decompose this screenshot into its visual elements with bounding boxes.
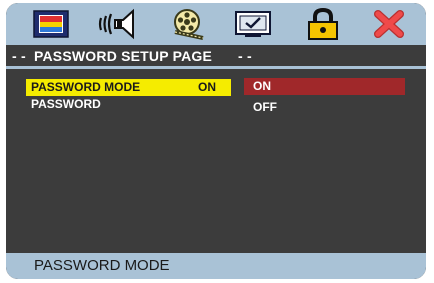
option-off[interactable]: OFF xyxy=(244,99,405,116)
password-tab[interactable] xyxy=(298,7,348,41)
title-text: PASSWORD SETUP PAGE xyxy=(34,48,213,64)
exit-tab[interactable] xyxy=(364,7,414,41)
menu-item-password-mode[interactable]: PASSWORD MODE ON xyxy=(26,79,231,96)
menu-item-label: PASSWORD xyxy=(31,97,101,111)
padlock-icon xyxy=(308,7,338,40)
film-reel-icon xyxy=(174,9,204,40)
picture-icon xyxy=(33,10,69,38)
header-divider xyxy=(6,66,426,69)
monitor-check-icon xyxy=(235,11,271,37)
status-text: PASSWORD MODE xyxy=(34,257,170,274)
status-bar: PASSWORD MODE xyxy=(6,253,426,279)
option-on[interactable]: ON xyxy=(244,78,405,95)
menu-panel: - - PASSWORD SETUP PAGE - - PASSWORD MOD… xyxy=(6,3,426,279)
display-tab[interactable] xyxy=(228,7,278,41)
audio-tab[interactable] xyxy=(94,7,144,41)
icon-toolbar xyxy=(6,3,426,45)
video-tab[interactable] xyxy=(162,7,212,41)
speaker-icon xyxy=(98,8,134,40)
close-x-icon xyxy=(374,10,404,38)
page-title: - - PASSWORD SETUP PAGE - - xyxy=(6,47,426,65)
picture-tab[interactable] xyxy=(26,7,76,41)
menu-item-value: ON xyxy=(198,80,216,94)
menu-item-label: PASSWORD MODE xyxy=(31,80,141,94)
title-suffix: - - xyxy=(238,48,252,64)
title-prefix: - - xyxy=(12,48,26,64)
